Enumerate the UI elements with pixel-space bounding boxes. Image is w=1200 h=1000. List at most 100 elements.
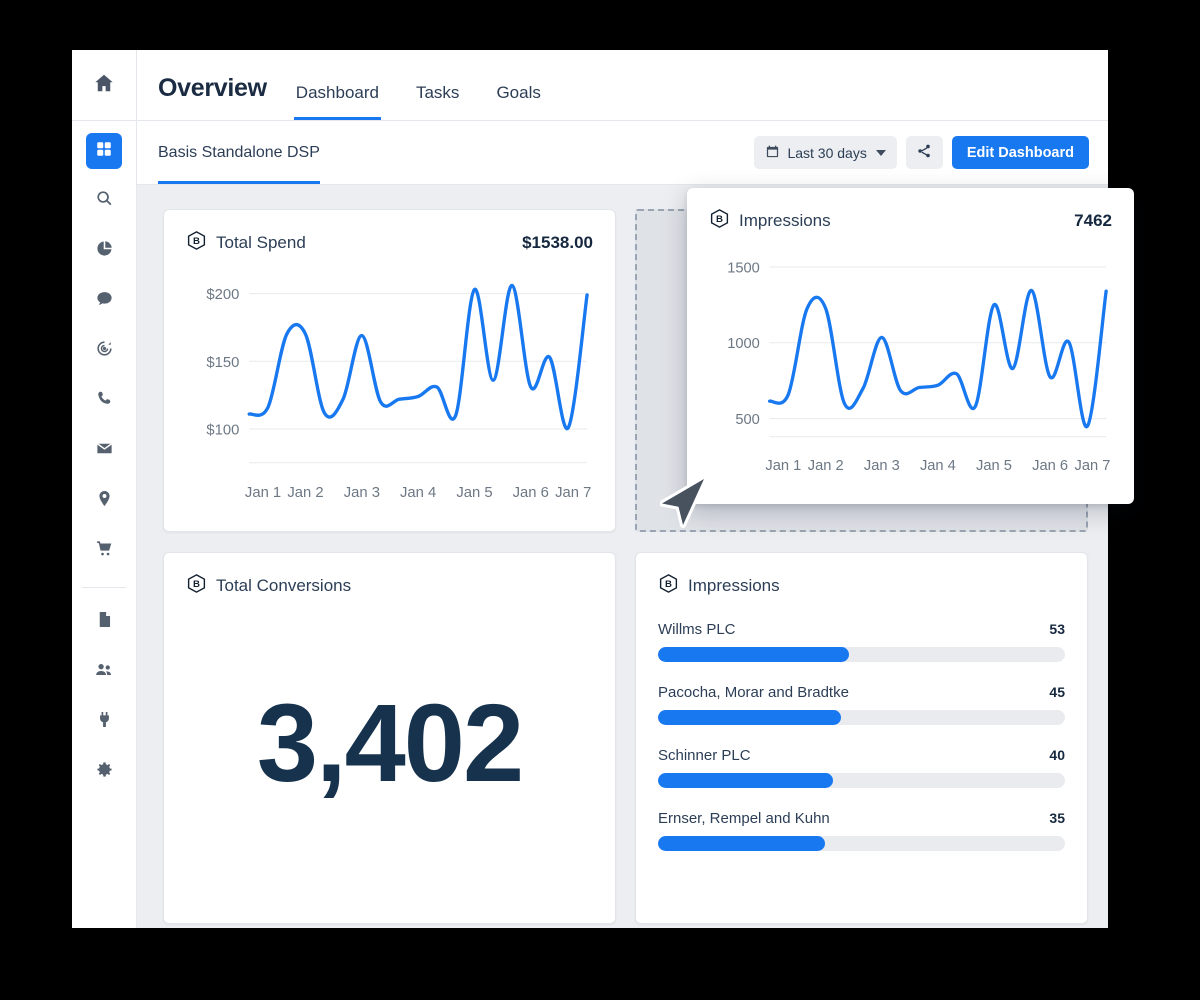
sidebar-item-messages[interactable]: [86, 283, 122, 319]
sidebar-item-settings[interactable]: [86, 754, 122, 790]
impressions-bar-fill: [658, 710, 841, 725]
basis-hex-b-icon: B: [709, 208, 730, 234]
sidebar-item-reports[interactable]: [86, 233, 122, 269]
tab-goals[interactable]: Goals: [496, 83, 540, 120]
svg-text:B: B: [193, 579, 200, 590]
subtab-basis-standalone-dsp[interactable]: Basis Standalone DSP: [158, 121, 320, 184]
sidebar-item-search[interactable]: [86, 183, 122, 219]
grid-icon: [95, 140, 113, 163]
sidebar-item-integrations[interactable]: [86, 704, 122, 740]
impressions-bar-label: Pacocha, Morar and Bradtke: [658, 684, 849, 701]
impressions-bar-row: Ernser, Rempel and Kuhn 35: [658, 810, 1065, 851]
impressions-bar-head: Willms PLC 53: [658, 621, 1065, 638]
home-icon: [93, 72, 115, 99]
subtab-label: Basis Standalone DSP: [158, 144, 320, 162]
tab-dashboard-label: Dashboard: [296, 83, 379, 102]
card-total-spend[interactable]: B Total Spend $1538.00 $100$150$200Jan 1…: [163, 209, 616, 532]
svg-text:Jan 2: Jan 2: [808, 458, 844, 474]
sidebar-item-calls[interactable]: [86, 383, 122, 419]
basis-hex-b-icon: B: [658, 573, 679, 599]
sidebar-item-mail[interactable]: [86, 433, 122, 469]
page-title: Overview: [158, 74, 267, 120]
svg-text:B: B: [716, 214, 723, 225]
svg-text:$200: $200: [206, 286, 239, 303]
basis-hex-b-icon: B: [186, 573, 207, 599]
sidebar-item-commerce[interactable]: [86, 533, 122, 569]
impressions-bar-label: Schinner PLC: [658, 747, 751, 764]
shopping-cart-icon: [95, 539, 114, 563]
svg-text:Jan 7: Jan 7: [1075, 458, 1111, 474]
impressions-bar-row: Schinner PLC 40: [658, 747, 1065, 788]
sidebar-item-documents[interactable]: [86, 604, 122, 640]
search-icon: [95, 189, 114, 213]
impressions-bar-head: Pacocha, Morar and Bradtke 45: [658, 684, 1065, 701]
plug-icon: [95, 710, 114, 734]
svg-text:Jan 6: Jan 6: [513, 484, 549, 501]
card-impressions-breakdown[interactable]: B Impressions Willms PLC 53 Pacocha, Morar…: [635, 552, 1088, 924]
svg-text:500: 500: [735, 412, 759, 428]
impressions-bar-track: [658, 710, 1065, 725]
impressions-bar-track: [658, 836, 1065, 851]
impressions-bar-fill: [658, 836, 825, 851]
sidebar-item-users[interactable]: [86, 654, 122, 690]
map-pin-icon: [95, 489, 114, 513]
phone-icon: [95, 389, 114, 413]
home-button[interactable]: [72, 50, 137, 120]
svg-text:B: B: [193, 236, 200, 247]
svg-text:1500: 1500: [727, 260, 760, 276]
svg-text:Jan 5: Jan 5: [976, 458, 1012, 474]
impressions-bar-value: 40: [1049, 747, 1065, 763]
sidebar-item-dashboard[interactable]: [86, 133, 122, 169]
sidebar-item-targeting[interactable]: [86, 333, 122, 369]
top-nav: Overview Dashboard Tasks Goals: [137, 50, 1108, 120]
edit-dashboard-button[interactable]: Edit Dashboard: [952, 136, 1089, 169]
impressions-bar-fill: [658, 647, 849, 662]
sidebar-item-locations[interactable]: [86, 483, 122, 519]
svg-text:Jan 2: Jan 2: [287, 484, 323, 501]
svg-text:Jan 1: Jan 1: [245, 484, 281, 501]
svg-text:Jan 4: Jan 4: [400, 484, 436, 501]
date-range-picker[interactable]: Last 30 days: [754, 136, 896, 169]
svg-text:Jan 7: Jan 7: [555, 484, 591, 501]
impressions-bar-fill: [658, 773, 833, 788]
impressions-bar-label: Ernser, Rempel and Kuhn: [658, 810, 830, 827]
impressions-bar-label: Willms PLC: [658, 621, 736, 638]
impressions-bar-value: 35: [1049, 810, 1065, 826]
card-total-spend-value: $1538.00: [522, 233, 593, 253]
svg-text:Jan 3: Jan 3: [344, 484, 380, 501]
share-button[interactable]: [906, 136, 943, 169]
impressions-bar-head: Ernser, Rempel and Kuhn 35: [658, 810, 1065, 827]
sub-bar: Basis Standalone DSP Last 30 days: [137, 121, 1108, 185]
total-conversions-value: 3,402: [186, 599, 593, 903]
card-total-conversions-header: B Total Conversions: [186, 573, 593, 599]
chevron-down-icon: [876, 150, 886, 156]
tab-tasks-label: Tasks: [416, 83, 459, 102]
date-range-label: Last 30 days: [787, 145, 866, 161]
svg-text:Jan 3: Jan 3: [864, 458, 900, 474]
tab-tasks[interactable]: Tasks: [416, 83, 459, 120]
target-icon: [95, 339, 114, 363]
svg-text:Jan 1: Jan 1: [765, 458, 801, 474]
card-impressions-floating-value: 7462: [1074, 211, 1112, 231]
svg-text:Jan 5: Jan 5: [456, 484, 492, 501]
impressions-bar-track: [658, 647, 1065, 662]
card-total-conversions[interactable]: B Total Conversions 3,402: [163, 552, 616, 924]
sidebar-divider: [82, 587, 126, 588]
sidebar: [72, 121, 137, 928]
card-impressions-breakdown-header: B Impressions: [658, 573, 1065, 599]
card-impressions-floating[interactable]: B Impressions 7462 50010001500Jan 1Jan 2…: [687, 188, 1134, 504]
subbar-actions: Last 30 days Edit Dashboard: [754, 136, 1089, 169]
document-icon: [95, 610, 114, 634]
tab-dashboard[interactable]: Dashboard: [296, 83, 379, 120]
tab-goals-label: Goals: [496, 83, 540, 102]
svg-text:B: B: [665, 579, 672, 590]
card-impressions-floating-title: Impressions: [739, 211, 831, 231]
impressions-bar-value: 45: [1049, 684, 1065, 700]
gear-icon: [95, 760, 114, 784]
svg-text:Jan 4: Jan 4: [920, 458, 956, 474]
svg-text:$150: $150: [206, 354, 239, 371]
svg-text:$100: $100: [206, 421, 239, 438]
impressions-bar-value: 53: [1049, 621, 1065, 637]
card-total-conversions-title: Total Conversions: [216, 576, 351, 596]
card-impressions-breakdown-title: Impressions: [688, 576, 780, 596]
